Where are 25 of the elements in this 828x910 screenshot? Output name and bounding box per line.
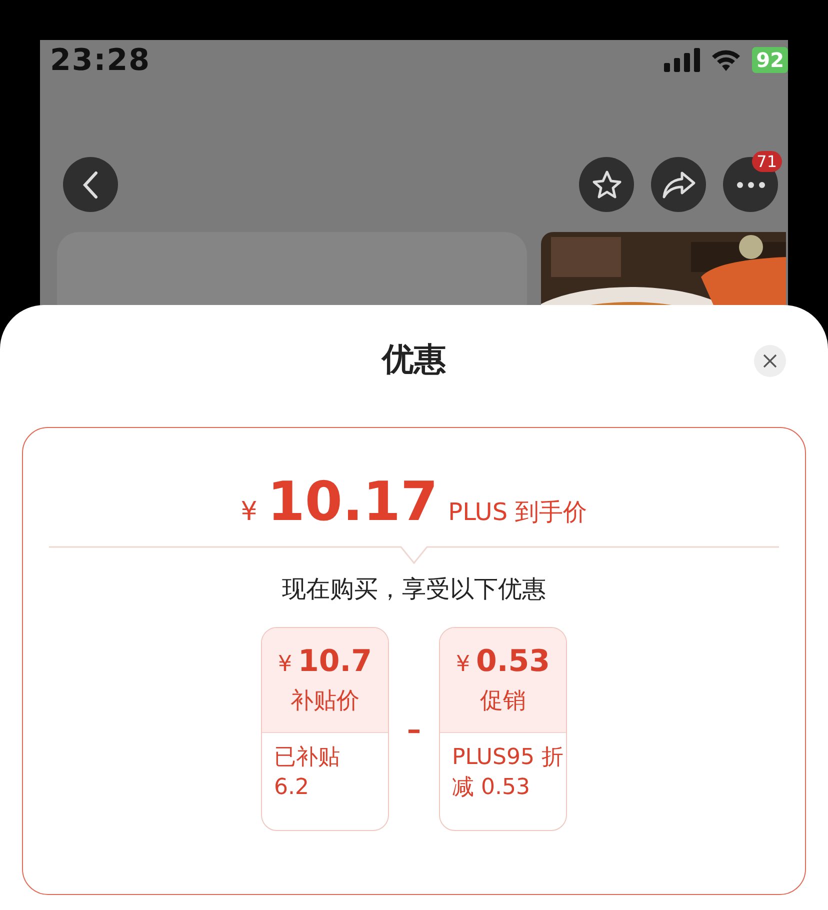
sheet-title: 优惠 <box>382 339 446 380</box>
discount-amount: 0.53 <box>476 644 550 679</box>
more-icon <box>736 180 766 188</box>
discount-label: 促销 <box>480 687 526 716</box>
price-label: PLUS 到手价 <box>448 497 588 528</box>
share-arrow-icon <box>662 170 696 200</box>
chevron-left-icon <box>80 170 100 200</box>
signal-icon <box>664 48 700 72</box>
star-icon <box>590 168 622 200</box>
currency-symbol: ¥ <box>456 652 470 677</box>
discount-amount: 10.7 <box>298 644 372 679</box>
currency-symbol: ¥ <box>240 497 258 527</box>
discount-detail: 已补贴 6.2 <box>273 744 341 802</box>
offer-subtitle: 现在购买，享受以下优惠 <box>282 574 546 605</box>
close-button[interactable] <box>754 345 786 377</box>
minus-sign: – <box>407 712 421 746</box>
discount-detail: PLUS95 折 减 0.53 <box>451 744 564 802</box>
wifi-icon <box>710 48 742 72</box>
battery-indicator: 92 <box>752 47 788 73</box>
status-time: 23:28 <box>50 42 150 78</box>
discount-label: 补贴价 <box>290 687 360 716</box>
close-icon <box>763 354 777 368</box>
final-price: 10.17 <box>267 470 438 533</box>
currency-symbol: ¥ <box>278 652 292 677</box>
notification-badge: 71 <box>752 151 782 172</box>
